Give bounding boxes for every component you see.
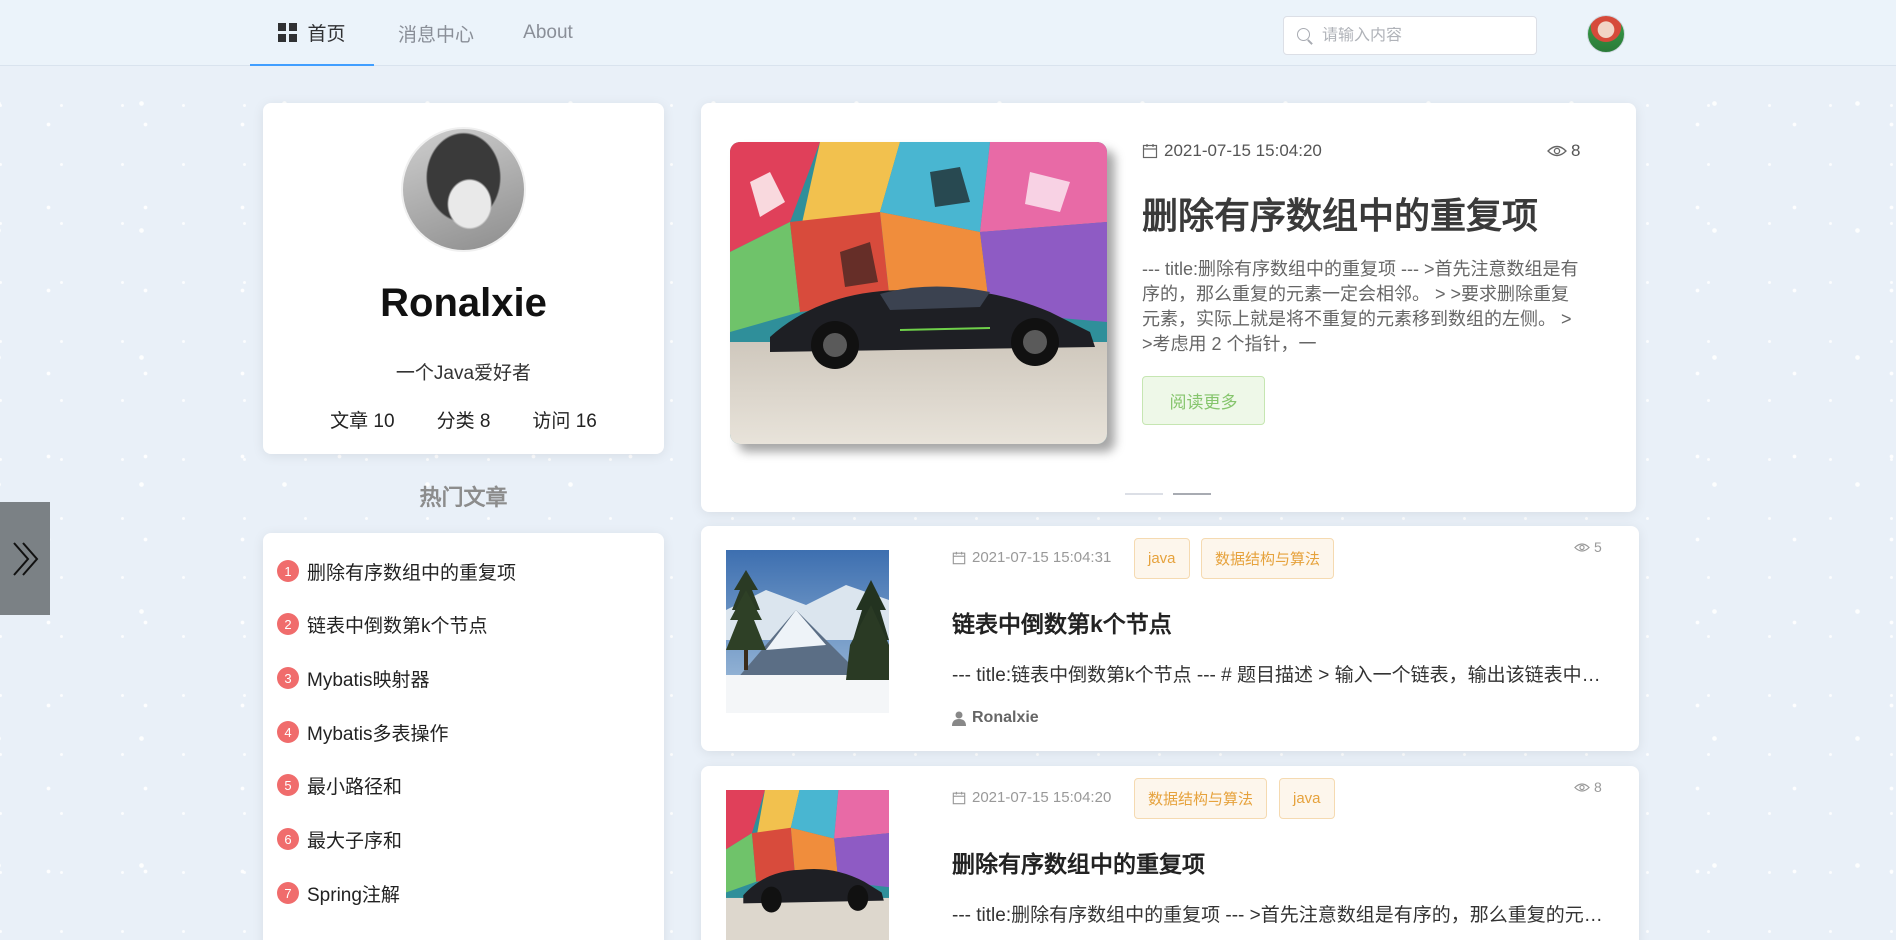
rank-badge: 6 xyxy=(277,828,299,850)
hot-item-title: 删除有序数组中的重复项 xyxy=(307,562,517,584)
article-author-name: Ronalxie xyxy=(972,709,1039,726)
profile-avatar xyxy=(401,127,526,252)
eye-icon xyxy=(1574,782,1590,792)
tag[interactable]: 数据结构与算法 xyxy=(1201,538,1335,579)
hot-item-title: 最小路径和 xyxy=(307,776,403,798)
hot-item-title: 最大子序和 xyxy=(307,830,403,852)
read-more-button[interactable]: 阅读更多 xyxy=(1142,376,1265,425)
hot-item-title: Spring注解 xyxy=(307,884,400,906)
user-icon xyxy=(952,711,966,726)
article-views: 8 xyxy=(1574,779,1602,795)
hot-item-title: Mybatis多表操作 xyxy=(307,723,449,745)
article-card: 2021-07-15 15:04:31 java 数据结构与算法 5 链表中倒数… xyxy=(701,526,1639,751)
stat-visits: 访问 16 xyxy=(532,411,597,432)
carousel-indicator-active[interactable] xyxy=(1173,493,1211,495)
tag[interactable]: java xyxy=(1279,778,1335,819)
stat-categories[interactable]: 分类 8 xyxy=(437,406,491,433)
rank-badge: 4 xyxy=(277,721,299,743)
search-box[interactable] xyxy=(1283,16,1537,55)
hot-item-title: Mybatis映射器 xyxy=(307,669,430,691)
calendar-icon xyxy=(1142,144,1158,159)
tag[interactable]: 数据结构与算法 xyxy=(1134,778,1268,819)
article-views-count: 5 xyxy=(1594,539,1602,555)
profile-stats: 文章 10 分类 8 访问 16 xyxy=(263,406,664,433)
featured-image[interactable] xyxy=(730,142,1107,444)
article-title[interactable]: 链表中倒数第k个节点 xyxy=(952,605,1172,639)
tag[interactable]: java xyxy=(1134,538,1190,579)
search-icon xyxy=(1296,27,1314,45)
user-avatar[interactable] xyxy=(1587,15,1625,53)
tab-messages[interactable]: 消息中心 xyxy=(384,0,488,66)
article-card: 2021-07-15 15:04:20 数据结构与算法 java 8 删除有序数… xyxy=(701,766,1639,940)
rank-badge: 3 xyxy=(277,667,299,689)
hot-item[interactable]: 5 最小路径和 xyxy=(277,771,402,799)
eye-icon xyxy=(1547,145,1567,157)
hot-articles-heading: 热门文章 xyxy=(419,485,508,510)
hot-item[interactable]: 2 链表中倒数第k个节点 xyxy=(277,610,488,638)
search-input[interactable] xyxy=(1322,26,1522,45)
featured-views: 8 xyxy=(1547,141,1580,161)
eye-icon xyxy=(1574,542,1590,552)
sidebar-toggle-button[interactable] xyxy=(0,502,50,615)
calendar-icon xyxy=(952,551,966,564)
featured-title[interactable]: 删除有序数组中的重复项 xyxy=(1142,187,1538,239)
top-navbar: 首页 消息中心 About xyxy=(0,0,1896,66)
hot-item[interactable]: 3 Mybatis映射器 xyxy=(277,664,429,692)
graffiti-car-image xyxy=(726,790,889,940)
article-date: 2021-07-15 15:04:31 xyxy=(952,549,1111,566)
tab-home[interactable]: 首页 xyxy=(250,0,374,66)
grid-icon xyxy=(278,22,298,42)
rank-badge: 7 xyxy=(277,882,299,904)
article-views: 5 xyxy=(1574,539,1602,555)
hot-item[interactable]: 4 Mybatis多表操作 xyxy=(277,718,448,746)
article-summary: --- title:删除有序数组中的重复项 --- >首先注意数组是有序的，那么… xyxy=(952,905,1616,926)
article-summary: --- title:链表中倒数第k个节点 --- # 题目描述 > 输入一个链表… xyxy=(952,665,1616,686)
tab-messages-label: 消息中心 xyxy=(397,24,474,46)
hot-item[interactable]: 7 Spring注解 xyxy=(277,879,400,907)
hot-articles-card: 1 删除有序数组中的重复项 2 链表中倒数第k个节点 3 Mybatis映射器 … xyxy=(263,533,664,940)
tab-about-label: About xyxy=(523,22,573,43)
article-views-count: 8 xyxy=(1594,779,1602,795)
double-chevron-right-icon xyxy=(13,541,39,576)
featured-date: 2021-07-15 15:04:20 xyxy=(1142,141,1322,161)
article-author: Ronalxie xyxy=(952,709,1039,727)
article-thumbnail[interactable] xyxy=(726,790,889,940)
article-title[interactable]: 删除有序数组中的重复项 xyxy=(952,845,1205,879)
rank-badge: 2 xyxy=(277,613,299,635)
profile-name: Ronalxie xyxy=(380,281,547,325)
article-date-text: 2021-07-15 15:04:20 xyxy=(972,789,1112,806)
article-date-text: 2021-07-15 15:04:31 xyxy=(972,549,1112,566)
hot-item[interactable]: 1 删除有序数组中的重复项 xyxy=(277,557,516,585)
rank-badge: 5 xyxy=(277,774,299,796)
profile-motto: 一个Java爱好者 xyxy=(395,363,532,384)
carousel-indicator[interactable] xyxy=(1125,493,1163,495)
featured-views-count: 8 xyxy=(1571,141,1581,160)
tab-home-label: 首页 xyxy=(307,23,346,45)
tab-about[interactable]: About xyxy=(508,0,588,66)
rank-badge: 1 xyxy=(277,560,299,582)
graffiti-car-image xyxy=(730,142,1107,444)
hot-item[interactable]: 6 最大子序和 xyxy=(277,825,402,853)
calendar-icon xyxy=(952,791,966,804)
hot-item-title: 链表中倒数第k个节点 xyxy=(307,615,488,637)
mountain-image xyxy=(726,550,889,713)
article-thumbnail[interactable] xyxy=(726,550,889,713)
profile-card: Ronalxie 一个Java爱好者 文章 10 分类 8 访问 16 xyxy=(263,103,664,454)
featured-date-text: 2021-07-15 15:04:20 xyxy=(1164,141,1322,160)
stat-articles[interactable]: 文章 10 xyxy=(330,406,394,433)
featured-carousel: 2021-07-15 15:04:20 8 删除有序数组中的重复项 --- ti… xyxy=(701,103,1636,512)
featured-summary: --- title:删除有序数组中的重复项 --- >首先注意数组是有序的，那么… xyxy=(1142,259,1579,354)
article-date: 2021-07-15 15:04:20 xyxy=(952,789,1111,806)
